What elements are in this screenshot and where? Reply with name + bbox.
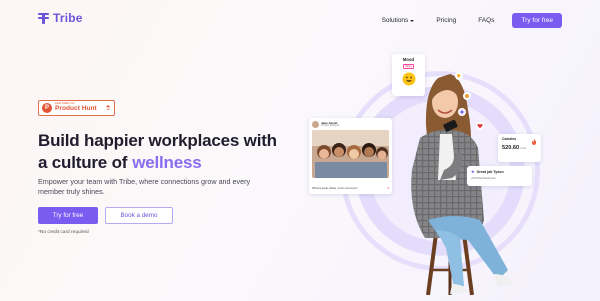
logo[interactable]: Tribe	[38, 11, 83, 25]
mood-tag: Happy	[402, 63, 415, 69]
headline-line-1: Build happier workplaces with	[38, 131, 277, 150]
nav-pricing-label: Pricing	[436, 17, 457, 24]
headline-accent: wellness	[132, 152, 202, 172]
group-photo-image	[312, 130, 389, 178]
calories-unit: kcal	[520, 146, 526, 150]
heart-badge-icon	[476, 122, 484, 130]
nav-try-free-button[interactable]: Try for free	[512, 13, 562, 28]
flower-icon	[463, 92, 471, 100]
top-nav: Solutions Pricing FAQs Try for free	[382, 13, 562, 28]
kudos-card: ★ Great job Tyson +50 Tribe Points from	[467, 166, 532, 186]
photo-post-card: Jane Jacob Product Designer What a great…	[309, 118, 392, 194]
book-demo-button[interactable]: Book a demo	[105, 207, 173, 224]
calories-value: 520.60	[502, 145, 520, 151]
hero-headline: Build happier workplaces with a culture …	[38, 130, 277, 173]
star-icon: ★	[471, 169, 475, 174]
headline-line-2-text: a culture of	[38, 152, 128, 172]
headline-line-2: a culture of wellness	[38, 152, 277, 174]
no-card-note: *No credit card required	[38, 230, 89, 235]
nav-solutions[interactable]: Solutions	[382, 17, 415, 24]
kudos-title: Great job Tyson	[476, 169, 504, 174]
mood-title: Mood	[402, 57, 415, 62]
heart-icon: ♥	[387, 186, 389, 190]
sparkle-icon	[458, 108, 466, 116]
chevron-down-icon	[410, 19, 415, 22]
upvote-count: 18	[106, 104, 110, 111]
calories-card: Calories 520.60 kcal	[498, 134, 541, 162]
tribe-logo-icon	[38, 12, 49, 24]
brand-name: Tribe	[53, 11, 83, 25]
hero-subtext: Empower your team with Tribe, where conn…	[38, 177, 251, 196]
calories-value-row: 520.60 kcal	[502, 145, 537, 151]
fire-icon	[531, 139, 537, 145]
pizza-icon	[455, 72, 463, 80]
post-caption: What a great offsite, such memories!	[312, 186, 358, 190]
badge-name: Product Hunt	[55, 105, 97, 112]
nav-pricing[interactable]: Pricing	[436, 17, 456, 24]
nav-faqs-label: FAQs	[478, 17, 495, 24]
mood-card: Mood Happy	[392, 54, 425, 96]
product-hunt-badge[interactable]: P FEATURED ON Product Hunt 18	[38, 100, 115, 116]
post-author-role: Product Designer	[321, 123, 340, 127]
try-free-button[interactable]: Try for free	[38, 207, 98, 224]
kudos-title-row: ★ Great job Tyson	[471, 169, 528, 174]
nav-solutions-label: Solutions	[381, 17, 409, 24]
upvote-number: 18	[106, 106, 110, 111]
kudos-meta: +50 Tribe Points from	[471, 177, 496, 180]
avatar	[312, 121, 319, 128]
smiley-face-icon	[402, 72, 415, 85]
product-hunt-icon: P	[42, 103, 52, 113]
nav-faqs[interactable]: FAQs	[478, 17, 494, 24]
